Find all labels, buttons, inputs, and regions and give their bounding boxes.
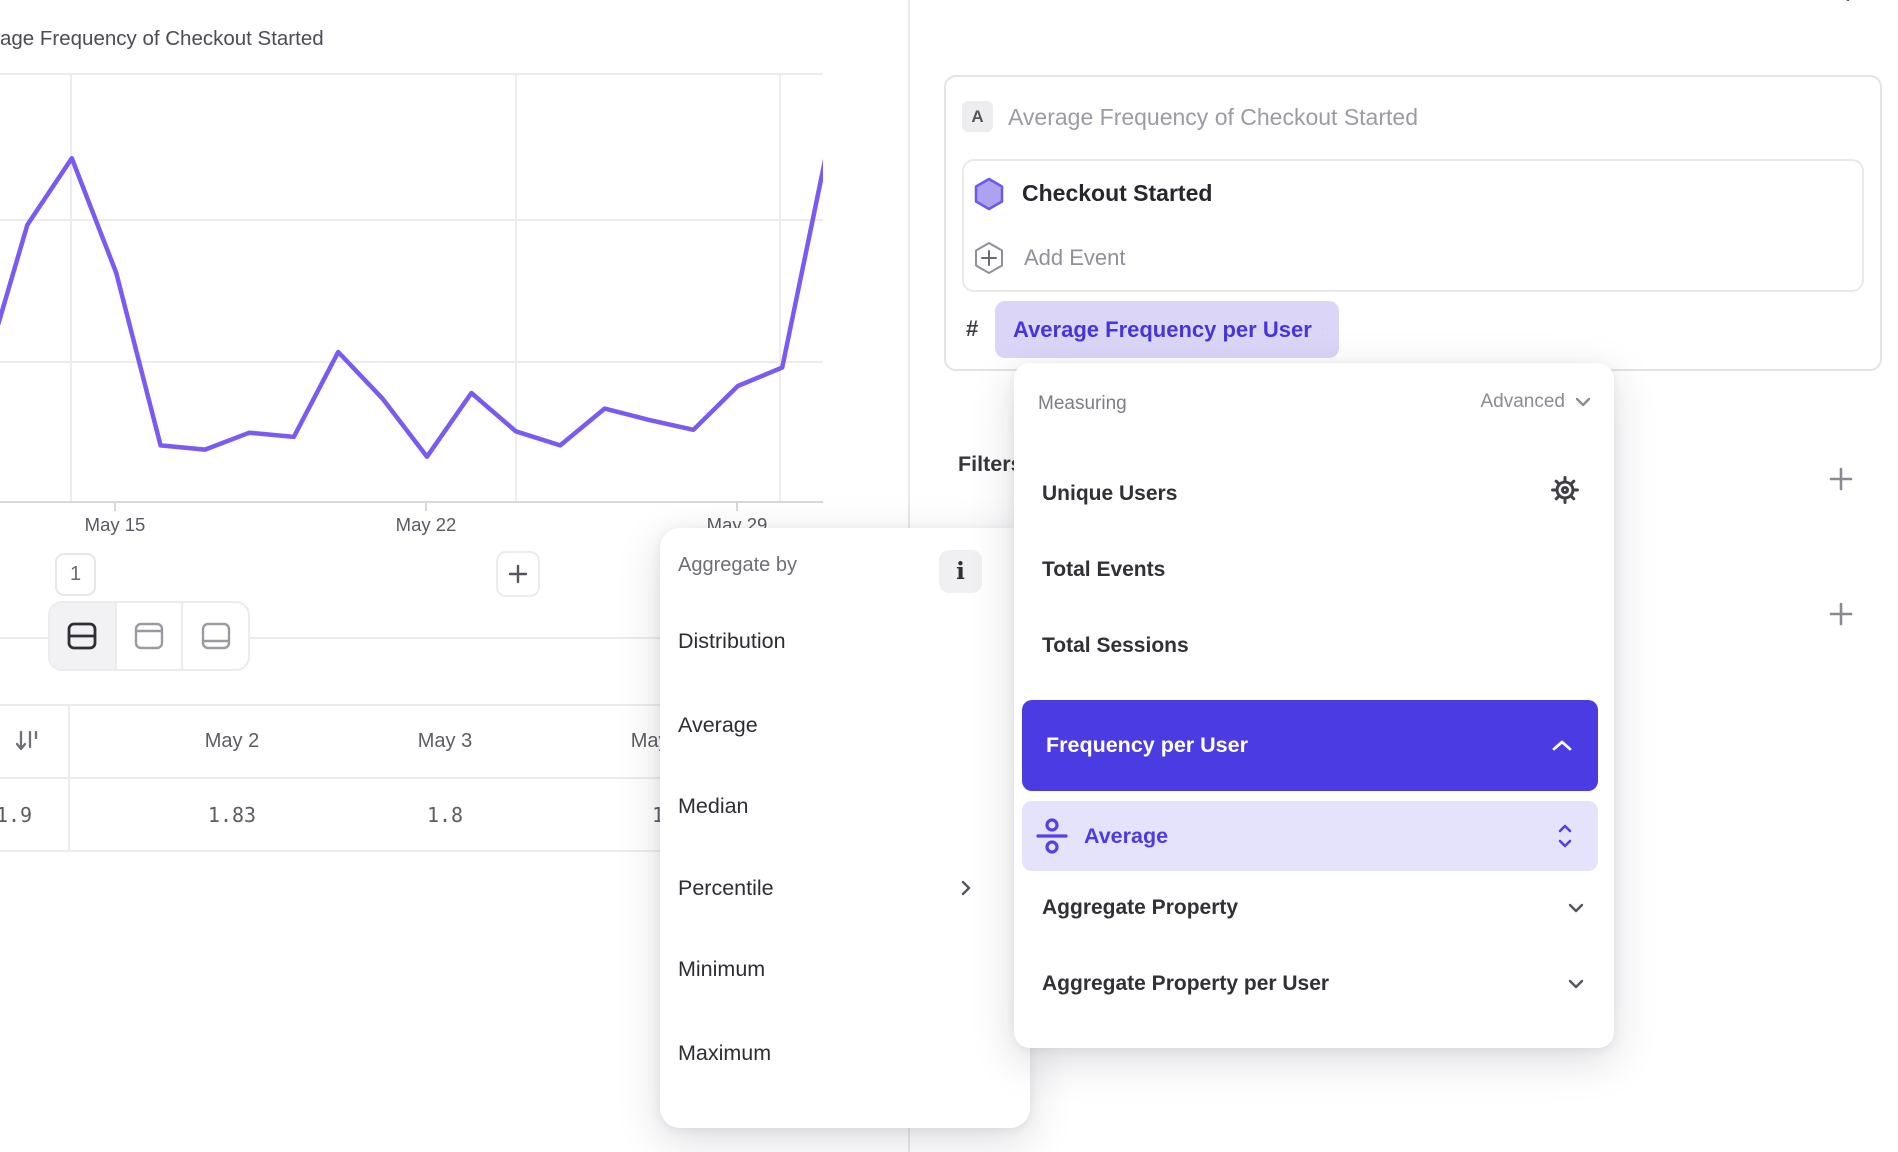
plus-icon (1827, 465, 1855, 493)
sort-descending-icon[interactable] (13, 728, 43, 756)
table-header-may3[interactable]: May 3 (395, 727, 495, 755)
filters-section-title: Filters (958, 452, 1023, 477)
x-axis-tick (114, 503, 116, 511)
measuring-header: Measuring (1038, 393, 1127, 415)
chevron-right-icon (960, 878, 972, 898)
x-axis-tick (736, 503, 738, 511)
menu-item-average[interactable]: Average (660, 701, 1030, 749)
menu-item-maximum[interactable]: Maximum (660, 1029, 1030, 1077)
advanced-mode-selector[interactable]: Advanced (1480, 391, 1592, 413)
chevron-up-down-icon (1556, 822, 1574, 850)
chevron-down-icon (1574, 396, 1592, 408)
add-series-button[interactable] (496, 551, 540, 597)
chevron-down-icon (1566, 977, 1586, 991)
add-filter-button[interactable] (1824, 462, 1858, 496)
panel-bottom-icon (198, 618, 234, 654)
menu-item-total-events[interactable]: Total Events (1014, 546, 1614, 594)
frequency-line (0, 153, 823, 457)
layout-chart-only-button[interactable] (117, 603, 184, 669)
menu-item-distribution[interactable]: Distribution (660, 617, 1030, 665)
menu-item-total-sessions[interactable]: Total Sessions (1014, 622, 1614, 670)
plus-icon (506, 562, 530, 586)
chevron-up-icon (1550, 738, 1574, 753)
table-cell: 1.9 (0, 800, 38, 830)
line-chart (0, 73, 823, 503)
insights-report-view: age Frequency of Checkout Started May 15… (0, 0, 1898, 1152)
menu-item-unique-users[interactable]: Unique Users (1014, 470, 1614, 518)
plus-icon (1827, 600, 1855, 628)
x-tick-label: May 15 (55, 514, 175, 536)
menu-item-aggregate-property[interactable]: Aggregate Property (1014, 884, 1614, 932)
menu-item-percentile[interactable]: Percentile (660, 864, 1030, 912)
event-card (962, 159, 1864, 292)
aggregate-by-header: Aggregate by (678, 554, 797, 577)
series-count-button[interactable]: 1 (55, 553, 96, 596)
table-column-divider (68, 704, 70, 852)
panel-top-icon (131, 618, 167, 654)
split-horizontal-icon (64, 618, 100, 654)
layout-split-button[interactable] (50, 603, 117, 669)
chevron-down-icon (1566, 901, 1586, 915)
menu-subitem-average[interactable]: Average (1022, 801, 1598, 871)
aggregate-by-menu: Aggregate by i Distribution Average Medi… (660, 528, 1030, 1128)
metrics-section-title: Metrics (966, 0, 1054, 9)
add-event-button[interactable]: Add Event (1024, 245, 1126, 271)
numeric-symbol: # (966, 316, 978, 342)
table-cell: 1.8 (395, 800, 495, 830)
table-header-may2[interactable]: May 2 (182, 727, 282, 755)
metric-name-input[interactable]: Average Frequency of Checkout Started (1008, 103, 1418, 131)
measurement-dropdown[interactable]: Average Frequency per User (995, 301, 1339, 358)
measuring-menu: Measuring Advanced Unique Users Total Ev… (1014, 363, 1614, 1048)
chevron-down-icon (1322, 323, 1323, 336)
layout-toggle-group (48, 601, 250, 671)
layout-table-only-button[interactable] (183, 603, 248, 669)
menu-item-minimum[interactable]: Minimum (660, 945, 1030, 993)
menu-item-frequency-per-user-selected[interactable]: Frequency per User (1022, 700, 1598, 791)
event-hexagon-icon (974, 177, 1004, 211)
table-cell: 1.83 (182, 800, 282, 830)
x-tick-label: May 22 (366, 514, 486, 536)
x-axis-tick (425, 503, 427, 511)
event-row-checkout-started[interactable]: Checkout Started (1022, 180, 1212, 207)
menu-item-aggregate-property-per-user[interactable]: Aggregate Property per User (1014, 960, 1614, 1008)
average-division-icon (1034, 816, 1070, 856)
gear-icon[interactable] (1548, 473, 1582, 507)
add-metric-button[interactable]: + (1838, 0, 1872, 7)
add-event-icon (973, 240, 1005, 276)
chart-title: age Frequency of Checkout Started (0, 27, 324, 51)
info-icon[interactable]: i (939, 550, 982, 593)
add-breakdown-button[interactable] (1824, 597, 1858, 631)
metric-badge: A (962, 101, 993, 132)
menu-item-median[interactable]: Median (660, 782, 1030, 830)
